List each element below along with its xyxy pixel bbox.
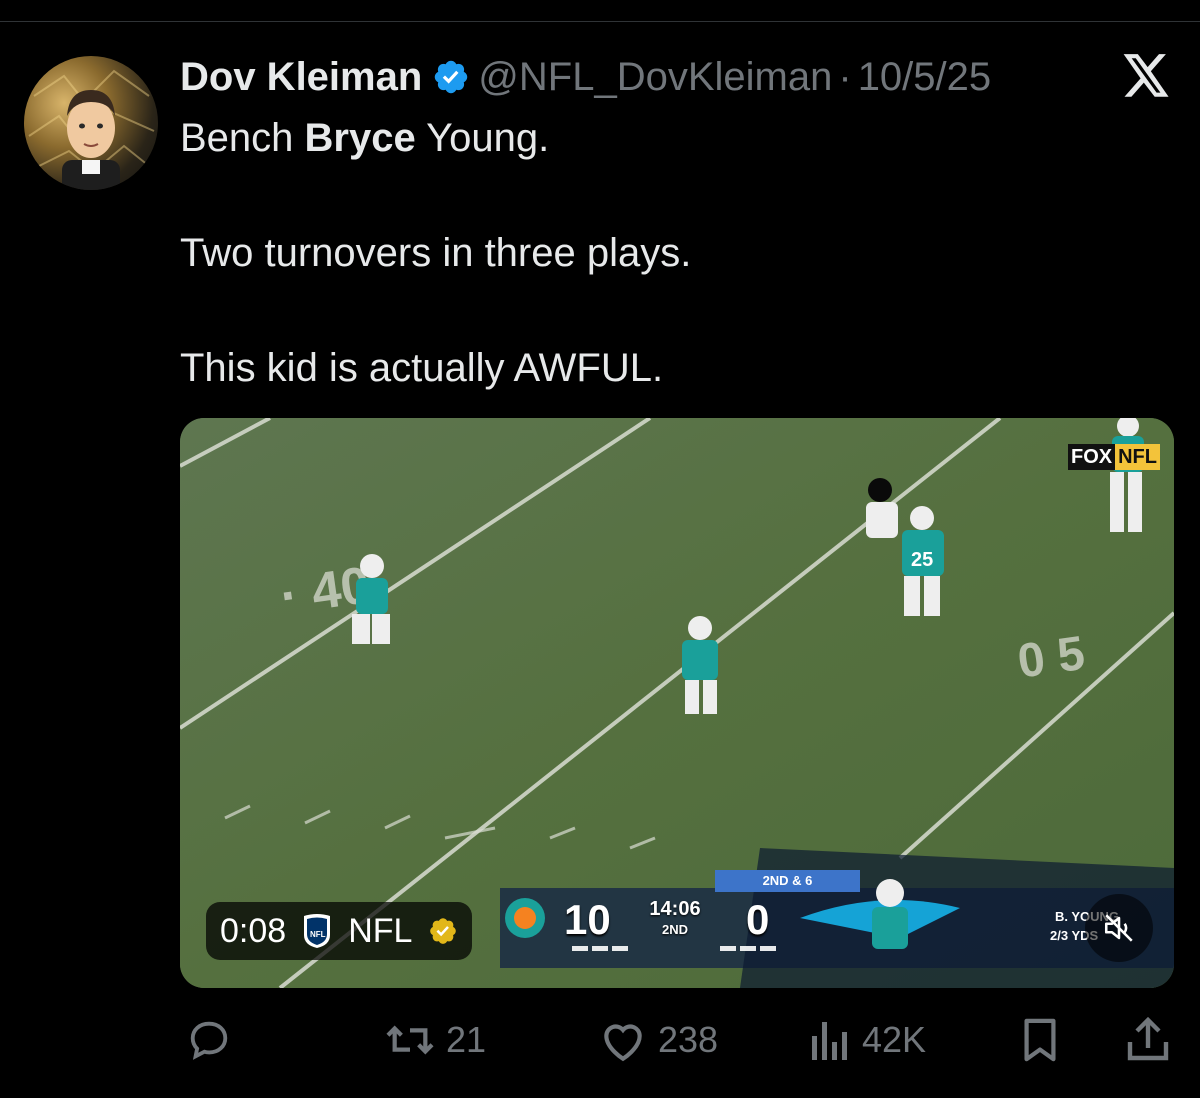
fox-logo-text: FOX [1067,444,1116,470]
tweet-line-1-post: Young. [415,116,550,160]
retweet-count: 21 [446,1019,487,1060]
like-button[interactable]: 238 [598,1010,718,1070]
retweet-button[interactable]: 21 [384,1010,486,1070]
avatar[interactable] [24,56,158,190]
network-logo: FOX NFL [1067,444,1160,470]
tweet-line-3: This kid is actually AWFUL. [180,346,664,390]
svg-text:25: 25 [911,549,933,571]
video-timestamp-pill: 0:08 NFL NFL [206,902,473,960]
svg-text:0 5: 0 5 [1015,627,1088,689]
down-distance: 2ND & 6 [715,870,860,892]
svg-text:NFL: NFL [310,930,326,939]
nfl-shield-icon: NFL [304,914,331,948]
avatar-illustration [28,69,155,190]
share-icon [1127,1016,1169,1061]
verified-badge-icon [435,60,468,94]
tweet-line-2: Two turnovers in three plays. [180,231,692,275]
game-clock: 14:06 2ND [635,898,715,942]
views-icon [812,1022,847,1060]
reply-button[interactable] [186,1010,232,1070]
tweet-date[interactable]: 10/5/25 [858,55,991,100]
away-score: 0 [746,896,770,943]
tweet-line-1-pre: Bench [180,116,305,160]
retweet-icon [386,1025,434,1055]
bookmark-button[interactable] [1018,1010,1062,1070]
bookmark-icon [1024,1018,1056,1062]
tweet-line-1: Bench Bryce Young. [180,110,1160,167]
top-divider [0,21,1200,22]
home-score: 10 [564,896,611,943]
mute-icon [1104,914,1133,942]
tweet-text: Bench Bryce Young. Two turnovers in thre… [180,110,1160,397]
x-logo-icon [1123,54,1169,97]
tweet-header: Dov Kleiman @NFL_DovKleiman · 10/5/25 [180,52,991,102]
game-quarter: 2ND [661,922,688,937]
author-name[interactable]: Dov Kleiman [180,55,422,100]
video-channel-name: NFL [348,911,413,950]
reply-icon [190,1021,228,1060]
views-count: 42K [862,1019,927,1060]
video-player[interactable]: · 40 0 5 25 B. 2/3 YDS FOX NFL 2ND & 6 1… [180,418,1174,988]
header-separator: · [838,54,852,99]
like-count: 238 [658,1019,719,1060]
like-icon [604,1024,642,1062]
share-button[interactable] [1124,1010,1172,1070]
mute-button[interactable] [1085,894,1153,962]
video-timestamp: 0:08 [220,911,287,950]
views-button[interactable]: 42K [808,1010,926,1070]
action-bar: 21 238 42K [0,1010,1200,1070]
tweet-bold-word: Bryce [304,116,416,160]
author-handle[interactable]: @NFL_DovKleiman [478,55,832,100]
game-clock-time: 14:06 [649,898,701,920]
nfl-logo-text: NFL [1115,444,1160,470]
gold-verified-badge-icon [430,918,457,944]
